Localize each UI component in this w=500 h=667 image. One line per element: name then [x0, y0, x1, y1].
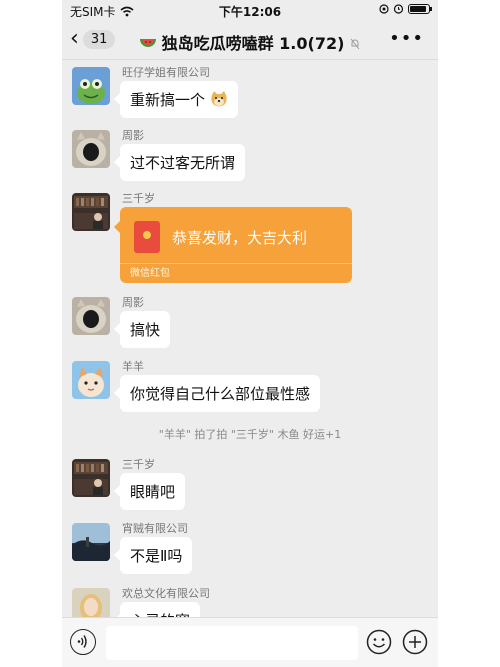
message-text: 重新搞一个 — [130, 91, 206, 109]
message-text: 不是Ⅱ吗 — [130, 547, 183, 565]
message-bubble[interactable]: 过不过客无所谓 — [113, 144, 246, 181]
status-right — [379, 3, 432, 14]
chat-title-text: 独岛吃瓜唠嗑群 1.0(72) — [161, 34, 345, 53]
cartoon-cat-avatar[interactable] — [72, 361, 110, 399]
message-text: 你觉得自己什么部位最性感 — [130, 385, 311, 403]
landscape-avatar[interactable] — [72, 523, 110, 561]
sender-name: 羊羊 — [122, 360, 144, 373]
doge-emoji-icon — [211, 91, 227, 107]
red-packet-label: 微信红包 — [120, 263, 352, 283]
plus-icon — [402, 629, 428, 655]
voice-icon — [77, 635, 87, 648]
message-bubble[interactable]: 眼睛吧 — [113, 473, 186, 510]
message-text: 眼睛吧 — [130, 483, 176, 501]
emoji-button[interactable] — [366, 629, 392, 655]
library-avatar[interactable] — [72, 459, 110, 497]
red-packet-card[interactable]: 恭喜发财，大吉大利 微信红包 — [114, 207, 352, 283]
pat-system-message: "羊羊" 拍了拍 "三千岁" 木鱼 好运+1 — [158, 428, 342, 441]
message-text: 过不过客无所谓 — [130, 154, 236, 172]
sender-name: 周影 — [122, 129, 144, 142]
red-packet-text: 恭喜发财，大吉大利 — [172, 229, 308, 247]
library-avatar[interactable] — [72, 193, 110, 231]
mute-bell-icon — [350, 38, 360, 50]
smiley-icon — [366, 629, 392, 655]
more-functions-button[interactable] — [402, 629, 428, 655]
chat-title: 独岛吃瓜唠嗑群 1.0(72) — [62, 30, 438, 54]
message-bubble[interactable]: 不是Ⅱ吗 — [113, 537, 193, 574]
sender-name: 宵贼有限公司 — [122, 522, 188, 535]
cat-avatar[interactable] — [72, 297, 110, 335]
message-bubble[interactable]: 重新搞一个 — [114, 81, 238, 118]
sender-name: 三千岁 — [122, 458, 155, 471]
input-bar — [62, 617, 438, 667]
red-packet-icon — [134, 221, 160, 253]
battery-icon — [408, 3, 432, 14]
sender-name: 旺仔学姐有限公司 — [122, 66, 210, 79]
more-options-button[interactable]: ••• — [389, 28, 424, 49]
message-input[interactable] — [106, 626, 358, 660]
alarm-icon — [393, 4, 404, 14]
cat-avatar[interactable] — [72, 130, 110, 168]
status-bar: 无SIM卡 下午12:06 — [62, 0, 438, 20]
message-text: 搞快 — [130, 321, 161, 339]
watermelon-icon — [140, 38, 157, 47]
sender-name: 欢总文化有限公司 — [122, 587, 210, 600]
message-bubble[interactable]: 你觉得自己什么部位最性感 — [113, 375, 321, 412]
location-icon — [379, 3, 389, 14]
frog-avatar[interactable] — [72, 67, 110, 105]
chat-header: ‹ 31 独岛吃瓜唠嗑群 1.0(72) ••• — [62, 20, 438, 60]
sender-name: 周影 — [122, 296, 144, 309]
voice-input-button[interactable] — [70, 629, 96, 655]
message-bubble[interactable]: 搞快 — [113, 311, 171, 348]
sender-name: 三千岁 — [122, 192, 155, 205]
phone-screen: 无SIM卡 下午12:06 ‹ 31 独岛吃瓜唠嗑群 1.0(72) ••• 旺… — [62, 0, 438, 667]
